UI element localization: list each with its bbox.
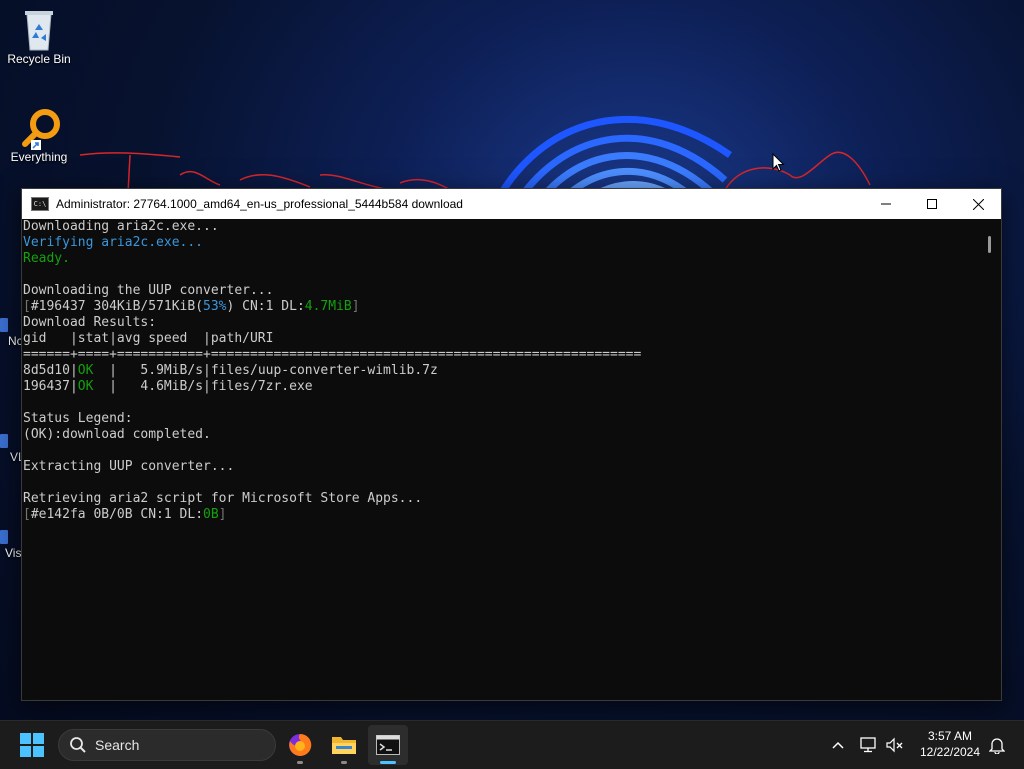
app-icon bbox=[0, 530, 8, 544]
search-label: Search bbox=[95, 737, 140, 753]
everything-search-icon bbox=[19, 106, 60, 150]
minimize-button[interactable] bbox=[863, 189, 909, 219]
taskbar: Search 3:57 AM 12/22/2024 bbox=[0, 720, 1024, 769]
show-hidden-icons-button[interactable] bbox=[826, 721, 850, 769]
console-line: Verifying aria2c.exe... bbox=[23, 235, 981, 251]
console-text: Download Results: bbox=[23, 315, 157, 330]
console-text: ] bbox=[351, 299, 360, 314]
recycle-bin-label: Recycle Bin bbox=[7, 52, 71, 66]
console-text: 4.7MiB bbox=[304, 299, 352, 314]
console-text: ] bbox=[218, 507, 227, 522]
console-text: OK bbox=[77, 379, 94, 394]
console-text: Retrieving aria2 script for Microsoft St… bbox=[23, 491, 423, 506]
chevron-up-icon bbox=[832, 741, 844, 749]
console-text: [ bbox=[23, 507, 31, 522]
bell-icon bbox=[989, 738, 1005, 754]
console-line: ======+====+===========+================… bbox=[23, 347, 981, 363]
recycle-bin-shortcut[interactable]: Recycle Bin bbox=[1, 8, 77, 66]
console-text: 8d5d10| bbox=[23, 363, 78, 378]
mouse-pointer-icon bbox=[772, 153, 785, 172]
console-line: Download Results: bbox=[23, 315, 981, 331]
taskbar-file-explorer[interactable] bbox=[324, 725, 364, 765]
vertical-scrollbar[interactable] bbox=[981, 219, 1001, 700]
clock-date: 12/22/2024 bbox=[919, 745, 981, 759]
console-text: 0B bbox=[203, 507, 219, 522]
console-line: Status Legend: bbox=[23, 411, 981, 427]
speaker-muted-icon bbox=[886, 737, 903, 753]
taskbar-firefox[interactable] bbox=[280, 725, 320, 765]
close-button[interactable] bbox=[955, 189, 1001, 219]
console-text: | 4.6MiB/s|files/7zr.exe bbox=[93, 379, 313, 394]
console-text: Downloading the UUP converter... bbox=[23, 283, 274, 298]
console-window[interactable]: C:\ Administrator: 27764.1000_amd64_en-u… bbox=[21, 188, 1002, 701]
clock-time: 3:57 AM bbox=[927, 729, 973, 743]
close-icon bbox=[972, 198, 984, 210]
console-output[interactable]: Downloading aria2c.exe... Verifying aria2… bbox=[22, 219, 981, 700]
console-text: Extracting UUP converter... bbox=[23, 459, 235, 474]
search-icon bbox=[70, 737, 86, 753]
console-text: 196437| bbox=[23, 379, 78, 394]
console-text: Status Legend: bbox=[23, 411, 133, 426]
volume-button[interactable] bbox=[884, 721, 906, 769]
console-line: 8d5d10|OK | 5.9MiB/s|files/uup-converter… bbox=[23, 363, 981, 379]
taskbar-clock[interactable]: 3:57 AM 12/22/2024 bbox=[912, 728, 988, 760]
console-text: OK bbox=[77, 363, 94, 378]
taskbar-terminal[interactable] bbox=[368, 725, 408, 765]
notifications-button[interactable] bbox=[986, 721, 1008, 769]
console-line: (OK):download completed. bbox=[23, 427, 981, 443]
console-line: Retrieving aria2 script for Microsoft St… bbox=[23, 491, 981, 507]
partial-desktop-icon-1[interactable]: Nc bbox=[0, 318, 23, 348]
running-indicator bbox=[297, 761, 303, 764]
console-text: 53% bbox=[203, 299, 227, 314]
console-line: Downloading aria2c.exe... bbox=[23, 219, 981, 235]
console-line: [#e142fa 0B/0B CN:1 DL:0B] bbox=[23, 507, 981, 523]
command-prompt-icon: C:\ bbox=[31, 197, 49, 211]
console-text: ) CN:1 DL: bbox=[226, 299, 305, 314]
console-text: ======+====+===========+================… bbox=[23, 347, 642, 362]
console-text: | 5.9MiB/s|files/uup-converter-wimlib.7z bbox=[93, 363, 438, 378]
console-text: Verifying aria2c.exe... bbox=[23, 235, 204, 250]
console-text: Ready. bbox=[23, 251, 70, 266]
console-line: [#196437 304KiB/571KiB(53%) CN:1 DL:4.7M… bbox=[23, 299, 981, 315]
console-line: Ready. bbox=[23, 251, 981, 267]
console-text: (OK):download completed. bbox=[23, 427, 211, 442]
app-icon bbox=[0, 318, 8, 332]
console-text: Downloading aria2c.exe... bbox=[23, 219, 219, 234]
console-line: Downloading the UUP converter... bbox=[23, 283, 981, 299]
maximize-icon bbox=[927, 199, 937, 209]
start-button[interactable] bbox=[12, 725, 52, 765]
everything-label: Everything bbox=[10, 150, 68, 164]
app-icon bbox=[0, 434, 8, 448]
taskbar-search-box[interactable]: Search bbox=[58, 729, 276, 761]
maximize-button[interactable] bbox=[909, 189, 955, 219]
everything-shortcut[interactable]: Everything bbox=[1, 106, 77, 164]
file-explorer-icon bbox=[332, 737, 356, 754]
console-line: gid |stat|avg speed |path/URI bbox=[23, 331, 981, 347]
window-title: Administrator: 27764.1000_amd64_en-us_pr… bbox=[56, 197, 463, 211]
recycle-bin-icon bbox=[19, 8, 59, 51]
network-disconnected-icon bbox=[860, 737, 876, 753]
scrollbar-thumb[interactable] bbox=[988, 236, 991, 253]
window-titlebar[interactable]: C:\ Administrator: 27764.1000_amd64_en-u… bbox=[22, 189, 1001, 219]
console-text: [ bbox=[23, 299, 31, 314]
firefox-icon bbox=[289, 733, 312, 756]
console-text: #196437 304KiB/571KiB( bbox=[30, 299, 204, 314]
active-indicator bbox=[380, 761, 396, 764]
console-line: 196437|OK | 4.6MiB/s|files/7zr.exe bbox=[23, 379, 981, 395]
start-icon bbox=[20, 733, 44, 757]
terminal-icon bbox=[376, 735, 400, 755]
console-text: gid |stat|avg speed |path/URI bbox=[23, 331, 274, 346]
console-text: #e142fa 0B/0B CN:1 DL: bbox=[30, 507, 204, 522]
running-indicator bbox=[341, 761, 347, 764]
console-line: Extracting UUP converter... bbox=[23, 459, 981, 475]
minimize-icon bbox=[881, 203, 891, 205]
network-status-button[interactable] bbox=[858, 721, 880, 769]
